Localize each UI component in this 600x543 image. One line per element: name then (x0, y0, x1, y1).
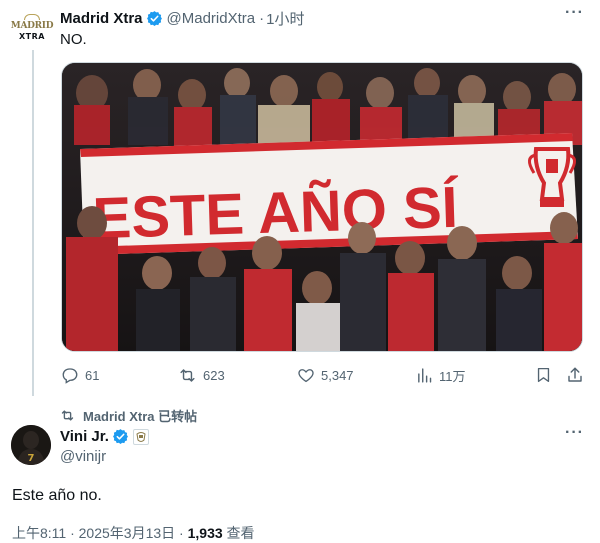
quoted-more-options-icon[interactable]: ··· (565, 424, 584, 442)
views-chart-icon (418, 368, 432, 383)
reply-icon (62, 368, 78, 384)
meta-separator: · (259, 10, 265, 27)
svg-text:7: 7 (28, 453, 35, 464)
tweet-time[interactable]: 1小时 (266, 8, 304, 29)
tweet-header: Madrid Xtra @MadridXtra · 1小时 (60, 8, 304, 29)
like-count: 5,347 (321, 367, 354, 383)
avatar-silhouette: 7 (11, 425, 51, 465)
tweet-text: NO. (60, 31, 87, 48)
verified-badge-icon (112, 428, 129, 445)
tweet-media-image[interactable]: ESTE AÑO SÍ (61, 62, 583, 352)
avatar-logo-text-top: MADRID (10, 20, 54, 31)
reply-count: 61 (85, 367, 100, 383)
bookmark-button[interactable] (535, 366, 552, 384)
vinijr-avatar[interactable]: 7 (11, 425, 51, 465)
retweeted-by-text: Madrid Xtra 已转帖 (83, 409, 198, 424)
retweet-count: 623 (203, 368, 225, 383)
quoted-header: Vini Jr. (60, 428, 149, 445)
timestamp-text[interactable]: 上午8:11 · 2025年3月13日 · (12, 525, 188, 541)
quoted-author-handle[interactable]: @vinijr (60, 448, 106, 465)
club-crest-icon[interactable] (132, 428, 149, 445)
author-name[interactable]: Madrid Xtra (60, 10, 143, 27)
reply-action[interactable]: 61 (61, 366, 99, 384)
madridxtra-avatar[interactable]: MADRID XTRA (10, 8, 54, 46)
like-action[interactable]: 5,347 (297, 366, 354, 384)
bookmark-icon (537, 367, 550, 383)
share-button[interactable] (566, 366, 584, 384)
crowd-banner-photo: ESTE AÑO SÍ (62, 63, 582, 351)
retweet-action[interactable]: 623 (178, 366, 225, 385)
retweet-icon (180, 369, 195, 382)
more-options-icon[interactable]: ··· (565, 4, 584, 22)
verified-badge-icon (146, 10, 163, 27)
views-action[interactable]: 11万 (416, 366, 466, 385)
share-icon (568, 367, 582, 382)
views-label: 查看 (222, 525, 255, 541)
crown-icon (24, 13, 40, 20)
quoted-timestamp: 上午8:11 · 2025年3月13日 · 1,933 查看 (12, 523, 255, 543)
thread-line (32, 50, 34, 396)
heart-icon (298, 369, 314, 383)
author-handle[interactable]: @MadridXtra (167, 10, 256, 27)
retweeted-by-note[interactable]: Madrid Xtra 已转帖 (60, 406, 197, 425)
retweet-small-icon (61, 410, 74, 421)
view-count: 1,933 (187, 525, 223, 541)
quoted-author-name[interactable]: Vini Jr. (60, 428, 109, 445)
views-count: 11万 (439, 369, 466, 384)
avatar-logo-text-bottom: XTRA (19, 31, 45, 41)
quoted-tweet-text: Este año no. (12, 487, 102, 504)
